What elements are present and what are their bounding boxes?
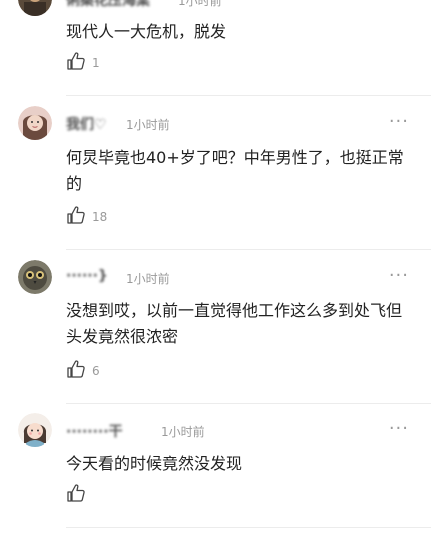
like-count: 18 — [92, 210, 108, 224]
avatar[interactable] — [18, 106, 52, 140]
thumbs-up-icon — [66, 51, 86, 75]
comment-text: 今天看的时候竟然没发现 — [66, 454, 243, 473]
more-dots-icon[interactable]: ··· — [389, 267, 409, 285]
like-button[interactable]: 6 — [66, 360, 100, 382]
like-button[interactable]: 18 — [66, 206, 107, 228]
like-button[interactable]: 1 — [66, 52, 100, 74]
comment-time: 1小时前 — [178, 0, 222, 8]
more-dots-icon[interactable]: ··· — [389, 420, 409, 438]
comment-text: 没想到哎，以前一直觉得他工作这么多到处飞但头发竟然很浓密 — [66, 301, 403, 346]
avatar[interactable] — [18, 260, 52, 294]
comment-username[interactable]: ······} — [66, 268, 108, 284]
comment-time: 1小时前 — [126, 118, 170, 132]
comment-divider — [66, 95, 431, 96]
comment-divider — [66, 403, 431, 404]
comment-time: 1小时前 — [126, 272, 170, 286]
thumbs-up-icon — [66, 205, 86, 229]
like-count: 1 — [92, 56, 100, 70]
like-button[interactable] — [66, 484, 92, 506]
comment-divider — [66, 527, 431, 528]
thumbs-up-icon — [66, 359, 86, 383]
comment-text: 现代人一大危机，脱发 — [66, 22, 227, 41]
thumbs-up-icon — [66, 483, 86, 507]
comment-time: 1小时前 — [161, 425, 205, 439]
more-dots-icon[interactable]: ··· — [389, 113, 409, 131]
comment-divider — [66, 249, 431, 250]
like-count: 6 — [92, 364, 100, 378]
comment-username[interactable]: ········干 — [66, 421, 123, 441]
comment-username[interactable]: 我们♡ — [66, 114, 107, 134]
avatar[interactable] — [18, 0, 52, 16]
comment-text: 何炅毕竟也40+岁了吧？中年男性了，也挺正常的 — [66, 148, 404, 193]
avatar[interactable] — [18, 413, 52, 447]
comment-username[interactable]: 俐桑花压海棠 — [66, 0, 150, 10]
